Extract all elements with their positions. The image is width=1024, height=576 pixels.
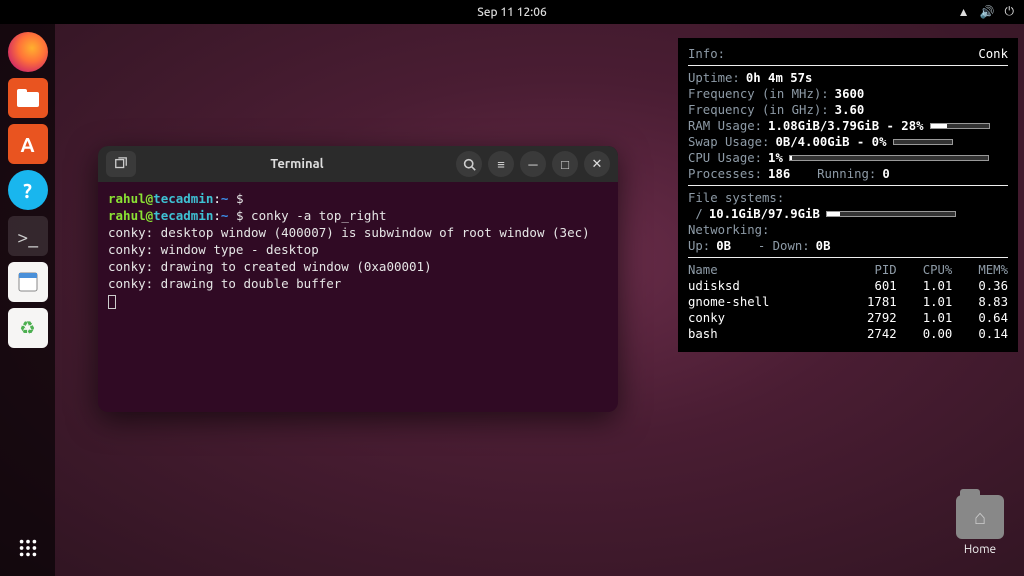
proc-header: Name [688,262,841,278]
fs-root-bar [826,211,956,217]
dock-item-files[interactable] [8,78,48,118]
cpu-bar [789,155,989,161]
divider [688,185,1008,186]
fs-root-value: 10.1GiB/97.9GiB [709,206,820,222]
divider [688,257,1008,258]
ram-label: RAM Usage: [688,118,762,134]
network-icon[interactable]: ▲ [958,5,970,19]
running-label: Running: [817,166,876,182]
fs-root-label: / [688,206,703,222]
divider [688,65,1008,66]
proc-row: bash27420.000.14 [688,326,1008,342]
proc-header: CPU% [897,262,953,278]
swap-bar [893,139,953,145]
ram-value: 1.08GiB/3.79GiB - 28% [768,118,923,134]
dock-item-trash[interactable]: ♻ [8,308,48,348]
proc-header: MEM% [952,262,1008,278]
cpu-value: 1% [768,150,783,166]
uptime-value: 0h 4m 57s [746,70,813,86]
dock-item-terminal[interactable]: >_ [8,216,48,256]
proc-label: Processes: [688,166,762,182]
desktop-icon-label: Home [956,543,1004,556]
freq-mhz-value: 3600 [835,86,865,102]
hamburger-menu-button[interactable]: ≡ [488,151,514,177]
conky-widget: Info: Conk Uptime: 0h 4m 57s Frequency (… [678,38,1018,352]
freq-ghz-label: Frequency (in GHz): [688,102,829,118]
cpu-label: CPU Usage: [688,150,762,166]
process-table: NamePIDCPU%MEM% udisksd6011.010.36gnome-… [688,262,1008,342]
proc-value: 186 [768,166,790,182]
desktop-icon-home[interactable]: ⌂ Home [956,495,1004,556]
conky-header-left: Info: [688,46,725,62]
dock-item-software[interactable]: A [8,124,48,164]
net-down-value: 0B [816,238,831,254]
freq-mhz-label: Frequency (in MHz): [688,86,829,102]
close-button[interactable]: ✕ [584,151,610,177]
proc-row: udisksd6011.010.36 [688,278,1008,294]
net-up-label: Up: [688,238,710,254]
ram-bar [930,123,990,129]
swap-label: Swap Usage: [688,134,769,150]
terminal-title: Terminal [144,157,450,171]
terminal-titlebar[interactable]: Terminal ≡ ─ □ ✕ [98,146,618,182]
uptime-label: Uptime: [688,70,740,86]
dock: A ? >_ ♻ [0,24,55,576]
dock-item-help[interactable]: ? [8,170,48,210]
power-icon[interactable]: ⏻ [1005,5,1015,19]
dock-item-text-editor[interactable] [8,262,48,302]
proc-row: gnome-shell17811.018.83 [688,294,1008,310]
net-up-value: 0B [716,238,731,254]
running-value: 0 [882,166,889,182]
net-down-label: - Down: [758,238,810,254]
maximize-button[interactable]: □ [552,151,578,177]
conky-header-right: Conk [978,46,1008,62]
terminal-body[interactable]: rahul@tecadmin:~ $ rahul@tecadmin:~ $ co… [98,182,618,412]
net-heading: Networking: [688,222,1008,238]
fs-heading: File systems: [688,190,1008,206]
volume-icon[interactable]: 🔊 [980,5,995,19]
system-status-area[interactable]: ▲ 🔊 ⏻ [958,5,1014,19]
search-button[interactable] [456,151,482,177]
proc-header: PID [841,262,897,278]
home-folder-icon: ⌂ [956,495,1004,539]
clock[interactable]: Sep 11 12:06 [477,6,547,19]
dock-show-applications[interactable] [8,528,48,568]
terminal-window[interactable]: Terminal ≡ ─ □ ✕ rahul@tecadmin:~ $ rahu… [98,146,618,412]
proc-row: conky27921.010.64 [688,310,1008,326]
new-tab-button[interactable] [106,151,136,177]
dock-item-firefox[interactable] [8,32,48,72]
top-bar: Sep 11 12:06 ▲ 🔊 ⏻ [0,0,1024,24]
swap-value: 0B/4.00GiB - 0% [775,134,886,150]
freq-ghz-value: 3.60 [835,102,865,118]
minimize-button[interactable]: ─ [520,151,546,177]
